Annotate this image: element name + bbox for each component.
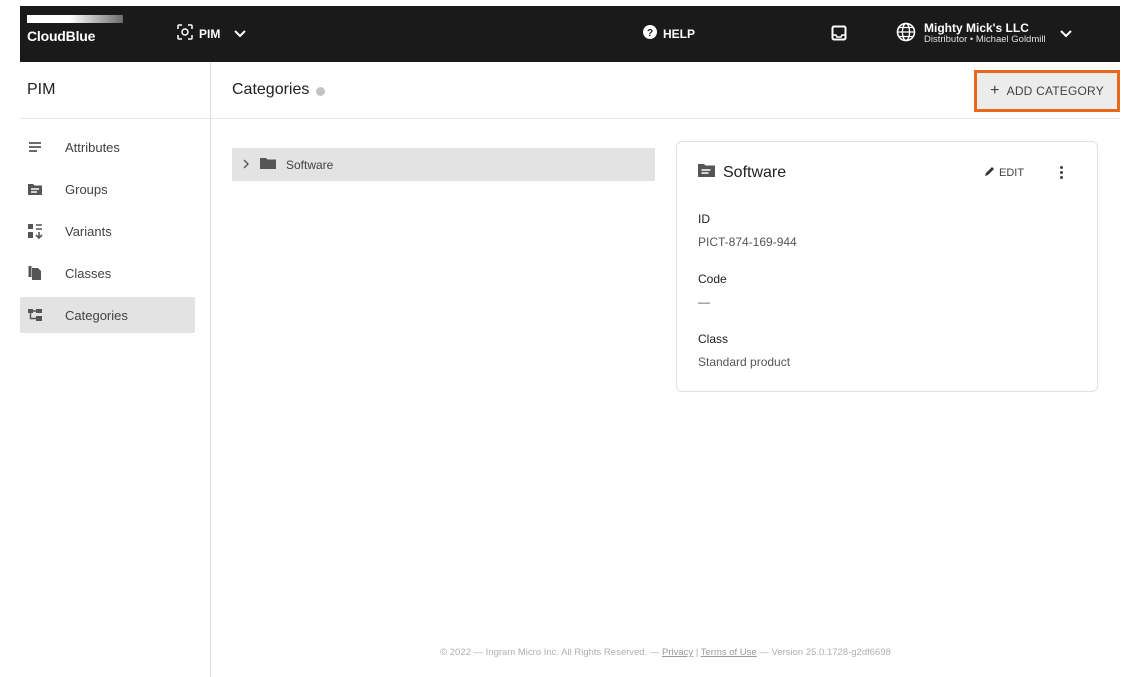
sidebar-title: PIM (20, 62, 210, 119)
plus-icon: + (990, 82, 1000, 99)
card-title: Software (723, 163, 787, 181)
tree-icon (27, 307, 43, 323)
chevron-down-icon (234, 25, 247, 43)
footer-separator: | (695, 647, 699, 658)
page-title: Categories (232, 81, 310, 98)
chevron-right-icon[interactable] (242, 156, 250, 174)
account-name: Mighty Mick's LLC (924, 20, 1029, 35)
main-content: Categories + ADD CATEGORY Software Softw… (211, 62, 1120, 677)
page-header: Categories + ADD CATEGORY (211, 62, 1120, 119)
info-icon[interactable] (316, 86, 326, 96)
edit-label: EDIT (999, 167, 1025, 179)
sidebar-item-groups[interactable]: Groups (20, 171, 195, 207)
sidebar: PIM Attributes Groups Variants Classes C… (20, 62, 211, 677)
sidebar-item-label: Classes (65, 265, 112, 281)
tree-item-software[interactable]: Software (232, 148, 655, 181)
globe-icon (896, 22, 916, 47)
sidebar-item-label: Attributes (65, 139, 120, 155)
sidebar-item-label: Variants (65, 223, 112, 239)
footer: © 2022 — Ingram Micro Inc. All Rights Re… (211, 647, 1120, 658)
logo-text: CloudBlue (27, 28, 96, 44)
sidebar-item-label: Categories (65, 307, 128, 323)
module-switcher[interactable]: PIM (177, 23, 247, 45)
help-icon: ? (643, 24, 657, 44)
field-code: Code — (698, 272, 727, 309)
category-detail-card: Software EDIT ID PICT-874-169-944 Code —… (676, 141, 1098, 392)
inbox-icon (831, 25, 847, 45)
logo-bar (27, 15, 123, 23)
field-class: Class Standard product (698, 332, 790, 369)
help-button[interactable]: ? HELP (643, 24, 695, 44)
add-category-button[interactable]: + ADD CATEGORY (974, 70, 1120, 112)
folder-icon (260, 156, 276, 174)
footer-version: — Version 25.0.1728-g2df6698 (759, 647, 891, 658)
inbox-button[interactable] (831, 25, 849, 43)
folder-list-icon (27, 181, 43, 197)
cloudblue-logo[interactable]: CloudBlue (27, 15, 126, 47)
sidebar-item-variants[interactable]: Variants (20, 213, 195, 249)
field-id: ID PICT-874-169-944 (698, 212, 797, 249)
terms-link[interactable]: Terms of Use (701, 647, 757, 658)
add-category-label: ADD CATEGORY (1006, 84, 1104, 98)
sidebar-item-label: Groups (65, 181, 108, 197)
footer-copyright: © 2022 — Ingram Micro Inc. All Rights Re… (440, 647, 660, 658)
chevron-down-icon (1059, 25, 1072, 43)
copy-icon (27, 265, 43, 281)
field-value: Standard product (698, 355, 791, 369)
edit-button[interactable]: EDIT (984, 166, 1024, 180)
sidebar-item-classes[interactable]: Classes (20, 255, 195, 291)
module-scan-icon (177, 23, 193, 45)
field-value: — (698, 295, 710, 309)
card-header: Software (698, 163, 786, 182)
field-label: Class (698, 332, 729, 346)
account-switcher[interactable]: Mighty Mick's LLC Distributor • Michael … (896, 17, 1072, 51)
list-icon (27, 139, 43, 155)
field-value: PICT-874-169-944 (698, 235, 797, 249)
module-label: PIM (199, 27, 221, 41)
account-role: Distributor • Michael Goldmill (924, 34, 1046, 46)
account-info: Mighty Mick's LLC Distributor • Michael … (924, 20, 1046, 47)
svg-text:?: ? (647, 28, 653, 39)
field-label: Code (698, 272, 727, 286)
top-bar: CloudBlue PIM ? HELP Mighty Mick's LLC D… (20, 6, 1120, 62)
folder-list-icon (698, 163, 715, 182)
tree-item-label: Software (286, 157, 334, 172)
variants-icon (27, 223, 43, 240)
sidebar-nav: Attributes Groups Variants Classes Categ… (20, 119, 210, 333)
help-label: HELP (663, 27, 696, 41)
sidebar-item-attributes[interactable]: Attributes (20, 129, 195, 165)
sidebar-item-categories[interactable]: Categories (20, 297, 195, 333)
pencil-icon (984, 166, 995, 180)
privacy-link[interactable]: Privacy (662, 647, 693, 658)
more-options-icon[interactable] (1055, 164, 1067, 182)
field-label: ID (698, 212, 710, 226)
